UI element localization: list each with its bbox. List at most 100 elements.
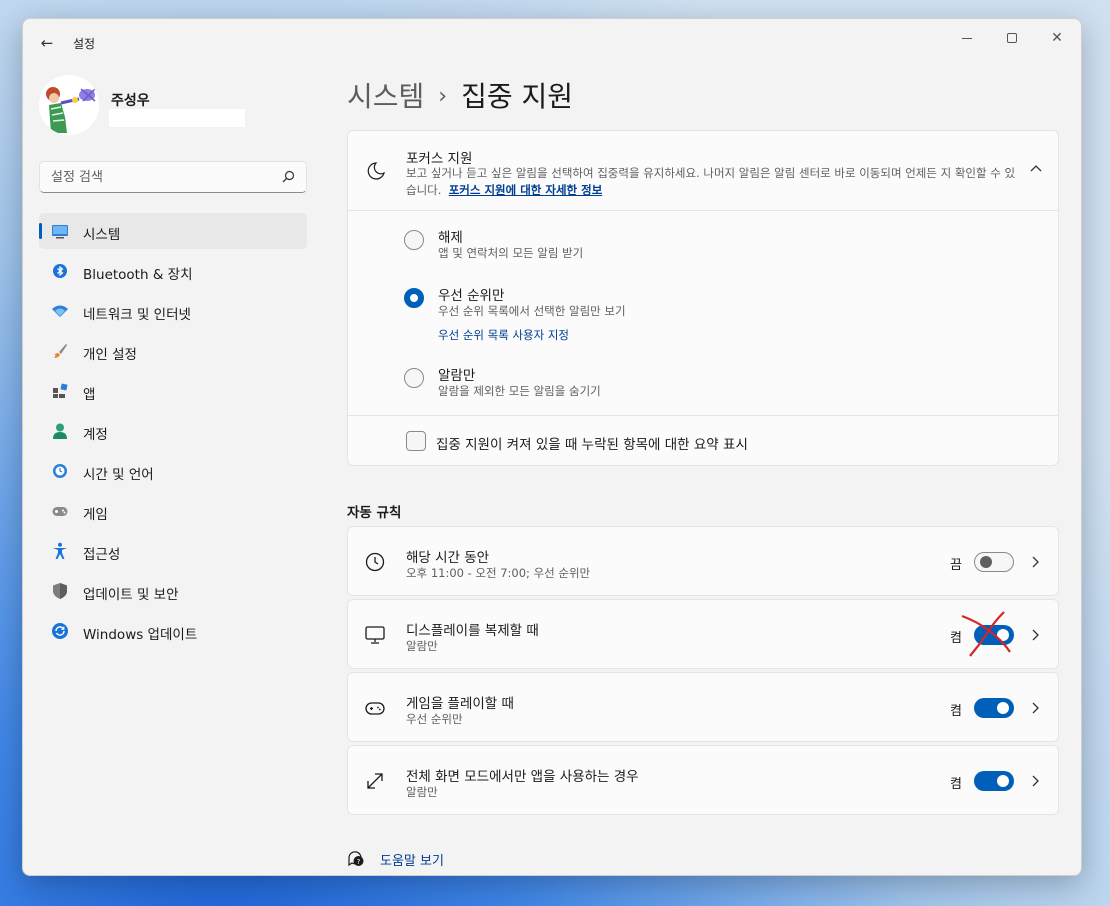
radio-label: 우선 순위만: [438, 288, 505, 304]
sidebar-item-label: 네트워크 및 인터넷: [83, 307, 191, 323]
title-bar: ← 설정 ✕: [23, 19, 1081, 67]
radio-desc: 알람을 제외한 모든 알림을 숨기기: [438, 384, 601, 398]
rule-desc: 오후 11:00 - 오전 7:00; 우선 순위만: [406, 566, 591, 580]
chevron-right-icon[interactable]: [1028, 700, 1042, 716]
sidebar-item-apps[interactable]: 앱: [39, 373, 307, 409]
sidebar-item-label: 업데이트 및 보안: [83, 587, 179, 603]
radio-desc: 앱 및 연락처의 모든 알림 받기: [438, 246, 584, 260]
focus-assist-header[interactable]: 포커스 지원 보고 싶거나 듣고 싶은 알림을 선택하여 집중력을 유지하세요.…: [348, 131, 1058, 211]
focus-assist-description: 보고 싶거나 듣고 싶은 알림을 선택하여 집중력을 유지하세요. 나머지 알림…: [406, 165, 1016, 199]
monitor-icon: [365, 626, 385, 644]
sidebar-item-accounts[interactable]: 계정: [39, 413, 307, 449]
bluetooth-icon: [53, 264, 67, 278]
sidebar-item-time-language[interactable]: 시간 및 언어: [39, 453, 307, 489]
search-input[interactable]: [40, 162, 270, 192]
rule-full-screen-app[interactable]: 전체 화면 모드에서만 앱을 사용하는 경우 알람만 켬: [347, 745, 1059, 815]
sidebar-item-label: 개인 설정: [83, 347, 137, 363]
sidebar-item-windows-update[interactable]: Windows 업데이트: [39, 613, 307, 649]
apps-icon: [53, 383, 68, 398]
settings-window: ← 설정 ✕ 주성우 시스템: [22, 18, 1082, 876]
rule-toggle[interactable]: [974, 698, 1014, 718]
radio-label: 알람만: [438, 368, 476, 384]
back-button[interactable]: ←: [37, 33, 57, 53]
focus-assist-title: 포커스 지원: [406, 151, 473, 167]
breadcrumb-parent[interactable]: 시스템: [347, 80, 424, 113]
rule-desc: 알람만: [406, 639, 438, 653]
radio-off[interactable]: [404, 230, 424, 250]
sidebar-item-accessibility[interactable]: 접근성: [39, 533, 307, 569]
sidebar-item-label: 계정: [83, 427, 108, 443]
rule-state-text: 끔: [950, 558, 962, 573]
sidebar-item-label: Bluetooth & 장치: [83, 267, 193, 283]
sidebar-item-gaming[interactable]: 게임: [39, 493, 307, 529]
sidebar-item-label: 시간 및 언어: [83, 467, 154, 483]
brush-icon: [54, 344, 67, 358]
sidebar-item-label: 게임: [83, 507, 108, 523]
search-box[interactable]: [39, 161, 307, 193]
radio-label: 해제: [438, 230, 463, 246]
radio-alarms-only[interactable]: [404, 368, 424, 388]
rule-title: 게임을 플레이할 때: [406, 696, 514, 712]
summary-checkbox-row[interactable]: 집중 지원이 켜져 있을 때 누락된 항목에 대한 요약 표시: [348, 415, 1058, 467]
rule-during-these-times[interactable]: 해당 시간 동안 오후 11:00 - 오전 7:00; 우선 순위만 끔: [347, 526, 1059, 596]
chevron-right-icon[interactable]: [1028, 773, 1042, 789]
sidebar-item-label: 접근성: [83, 547, 121, 563]
game-controller-icon: [365, 702, 385, 715]
summary-checkbox[interactable]: [406, 431, 426, 451]
sidebar-item-network[interactable]: 네트워크 및 인터넷: [39, 293, 307, 329]
rule-title: 디스플레이를 복제할 때: [406, 623, 539, 639]
rule-desc: 우선 순위만: [406, 712, 463, 726]
toggle-knob: [997, 702, 1009, 714]
radio-priority-only[interactable]: [404, 288, 424, 308]
sidebar-item-label: 앱: [83, 387, 96, 403]
rule-toggle[interactable]: [974, 552, 1014, 572]
svg-text:?: ?: [357, 858, 361, 866]
rule-state-text: 켬: [950, 777, 962, 792]
help-icon: ?: [348, 851, 364, 867]
minimize-button[interactable]: [945, 23, 989, 53]
maximize-button[interactable]: [990, 23, 1034, 53]
account-icon: [53, 423, 67, 439]
chevron-right-icon[interactable]: [1028, 627, 1042, 643]
customize-priority-list-link[interactable]: 우선 순위 목록 사용자 지정: [438, 327, 569, 343]
accessibility-icon: [53, 542, 67, 559]
maximize-icon: [1007, 33, 1017, 43]
moon-icon: [367, 162, 385, 180]
rule-toggle[interactable]: [974, 625, 1014, 645]
sidebar-item-system[interactable]: 시스템: [39, 213, 307, 249]
focus-assist-learn-more-link[interactable]: 포커스 지원에 대한 자세한 정보: [449, 183, 603, 197]
user-email-redacted: [109, 109, 245, 127]
system-monitor-icon: [52, 225, 68, 239]
clock-icon: [365, 552, 385, 572]
windows-update-icon: [52, 623, 68, 639]
close-button[interactable]: ✕: [1035, 23, 1079, 53]
user-name: 주성우: [111, 93, 150, 109]
wifi-icon: [52, 305, 68, 317]
search-icon[interactable]: [280, 169, 296, 185]
help-link[interactable]: 도움말 보기: [380, 850, 444, 869]
toggle-knob: [997, 629, 1009, 641]
breadcrumb: 시스템 › 집중 지원: [347, 75, 573, 115]
avatar[interactable]: [39, 75, 99, 135]
rule-toggle[interactable]: [974, 771, 1014, 791]
rule-state-text: 켬: [950, 631, 962, 646]
rule-duplicating-display[interactable]: 디스플레이를 복제할 때 알람만 켬: [347, 599, 1059, 669]
focus-assist-card: 포커스 지원 보고 싶거나 듣고 싶은 알림을 선택하여 집중력을 유지하세요.…: [347, 130, 1059, 466]
fullscreen-arrows-icon: [367, 773, 383, 789]
minimize-icon: [962, 37, 972, 39]
sidebar-nav: 시스템 Bluetooth & 장치 네트워크 및 인터넷 개인 설정 앱 계정…: [39, 213, 307, 653]
sidebar-item-personalization[interactable]: 개인 설정: [39, 333, 307, 369]
automatic-rules-heading: 자동 규칙: [347, 505, 402, 521]
sidebar-item-bluetooth[interactable]: Bluetooth & 장치: [39, 253, 307, 289]
rule-state-text: 켬: [950, 704, 962, 719]
app-title: 설정: [73, 37, 96, 51]
sidebar-item-update-security[interactable]: 업데이트 및 보안: [39, 573, 307, 609]
clock-globe-icon: [53, 464, 67, 478]
rule-playing-game[interactable]: 게임을 플레이할 때 우선 순위만 켬: [347, 672, 1059, 742]
radio-desc: 우선 순위 목록에서 선택한 알림만 보기: [438, 304, 626, 318]
breadcrumb-separator: ›: [438, 84, 448, 109]
toggle-knob: [997, 775, 1009, 787]
summary-checkbox-label: 집중 지원이 켜져 있을 때 누락된 항목에 대한 요약 표시: [436, 437, 748, 453]
chevron-up-icon[interactable]: [1028, 161, 1044, 177]
chevron-right-icon[interactable]: [1028, 554, 1042, 570]
